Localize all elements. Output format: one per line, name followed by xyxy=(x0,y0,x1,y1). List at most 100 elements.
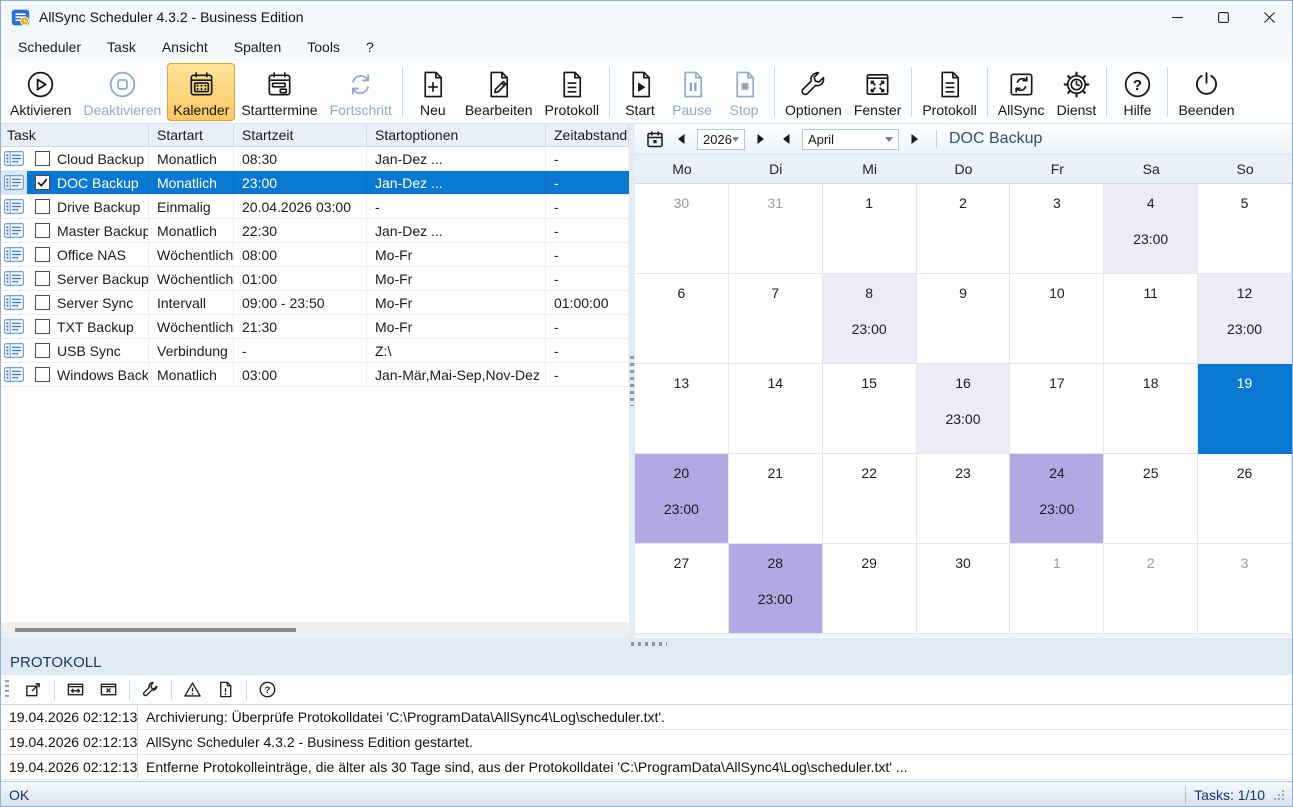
task-checkbox[interactable] xyxy=(35,175,50,190)
year-select[interactable]: 2026 xyxy=(697,129,745,150)
stop-button[interactable]: Stop xyxy=(718,63,770,121)
minimize-button[interactable] xyxy=(1154,1,1200,33)
task-checkbox[interactable] xyxy=(35,295,50,310)
calendar-day-23[interactable]: 23 xyxy=(917,454,1011,544)
log-help-button[interactable]: ? xyxy=(251,677,284,702)
task-row[interactable]: Office NASWöchentlich08:00Mo-Fr- xyxy=(1,243,629,267)
open-log-window-button[interactable] xyxy=(17,677,50,702)
calendar-day-10[interactable]: 10 xyxy=(1010,274,1104,364)
calendar-day-1-adjacent[interactable]: 1 xyxy=(1010,544,1104,634)
bearbeiten-button[interactable]: Bearbeiten xyxy=(459,63,539,121)
menu-item-scheduler[interactable]: Scheduler xyxy=(5,34,94,60)
calendar-day-30-adjacent[interactable]: 30 xyxy=(635,184,729,274)
column-header-startoptionen[interactable]: Startoptionen xyxy=(367,124,546,146)
task-checkbox[interactable] xyxy=(35,151,50,166)
column-header-startart[interactable]: Startart xyxy=(149,124,234,146)
aktivieren-button[interactable]: Aktivieren xyxy=(4,63,77,121)
calendar-day-3-adjacent[interactable]: 3 xyxy=(1198,544,1292,634)
kalender-button[interactable]: Kalender xyxy=(167,63,235,121)
maximize-button[interactable] xyxy=(1200,1,1246,33)
calendar-day-28[interactable]: 2823:00 xyxy=(729,544,823,634)
hilfe-button[interactable]: ?Hilfe xyxy=(1111,63,1163,121)
starttermine-button[interactable]: Starttermine xyxy=(235,63,323,121)
calendar-day-20[interactable]: 2023:00 xyxy=(635,454,729,544)
calendar-day-14[interactable]: 14 xyxy=(729,364,823,454)
menu-item-spalten[interactable]: Spalten xyxy=(221,34,294,60)
next-year-button[interactable] xyxy=(752,130,770,148)
menu-item-task[interactable]: Task xyxy=(94,34,149,60)
calendar-day-9[interactable]: 9 xyxy=(917,274,1011,364)
protokoll-splitter[interactable] xyxy=(1,639,1292,649)
resize-grip[interactable] xyxy=(1273,789,1286,802)
calendar-day-22[interactable]: 22 xyxy=(823,454,917,544)
menu-item-help[interactable]: ? xyxy=(353,34,387,60)
calendar-day-12[interactable]: 1223:00 xyxy=(1198,274,1292,364)
calendar-day-8[interactable]: 823:00 xyxy=(823,274,917,364)
log-file-warnings-button[interactable] xyxy=(209,677,242,702)
task-checkbox[interactable] xyxy=(35,319,50,334)
column-header-task[interactable]: Task xyxy=(1,124,149,146)
calendar-day-11[interactable]: 11 xyxy=(1104,274,1198,364)
calendar-day-27[interactable]: 27 xyxy=(635,544,729,634)
calendar-day-25[interactable]: 25 xyxy=(1104,454,1198,544)
deaktivieren-button[interactable]: Deaktivieren xyxy=(77,63,167,121)
task-row[interactable]: USB SyncVerbindung-Z:\- xyxy=(1,339,629,363)
task-checkbox[interactable] xyxy=(35,223,50,238)
calendar-day-6[interactable]: 6 xyxy=(635,274,729,364)
close-log-button[interactable] xyxy=(92,677,125,702)
task-row[interactable]: DOC BackupMonatlich23:00Jan-Dez ...- xyxy=(1,171,629,195)
calendar-day-3[interactable]: 3 xyxy=(1010,184,1104,274)
calendar-day-4[interactable]: 423:00 xyxy=(1104,184,1198,274)
task-checkbox[interactable] xyxy=(35,247,50,262)
task-row[interactable]: Cloud BackupMonatlich08:30Jan-Dez ...- xyxy=(1,147,629,171)
calendar-day-13[interactable]: 13 xyxy=(635,364,729,454)
task-row[interactable]: Master BackupMonatlich22:30Jan-Dez ...- xyxy=(1,219,629,243)
calendar-day-2-adjacent[interactable]: 2 xyxy=(1104,544,1198,634)
calendar-day-21[interactable]: 21 xyxy=(729,454,823,544)
log-row[interactable]: 19.04.2026 02:12:13Archivierung: Überprü… xyxy=(1,705,1292,730)
calendar-day-17[interactable]: 17 xyxy=(1010,364,1104,454)
next-month-button[interactable] xyxy=(906,130,924,148)
calendar-day-29[interactable]: 29 xyxy=(823,544,917,634)
calendar-day-1[interactable]: 1 xyxy=(823,184,917,274)
pause-button[interactable]: Pause xyxy=(666,63,718,121)
log-row[interactable]: 19.04.2026 02:12:13AllSync Scheduler 4.3… xyxy=(1,730,1292,755)
warnings-button[interactable] xyxy=(176,677,209,702)
task-row[interactable]: Server SyncIntervall09:00 - 23:50Mo-Fr01… xyxy=(1,291,629,315)
fenster-button[interactable]: Fenster xyxy=(848,63,907,121)
toolbar-drag-handle[interactable] xyxy=(5,680,9,700)
calendar-day-2[interactable]: 2 xyxy=(917,184,1011,274)
task-checkbox[interactable] xyxy=(35,343,50,358)
log-options-button[interactable] xyxy=(134,677,167,702)
start-button[interactable]: Start xyxy=(614,63,666,121)
task-row[interactable]: Drive BackupEinmalig20.04.2026 03:00-- xyxy=(1,195,629,219)
protokoll-global-button[interactable]: Protokoll xyxy=(916,63,982,121)
task-row[interactable]: TXT BackupWöchentlich21:30Mo-Fr- xyxy=(1,315,629,339)
fit-width-button[interactable] xyxy=(59,677,92,702)
allsync-button[interactable]: AllSync xyxy=(992,63,1051,121)
neu-button[interactable]: Neu xyxy=(407,63,459,121)
column-header-zeitabstand[interactable]: Zeitabstand xyxy=(546,124,629,146)
menu-item-ansicht[interactable]: Ansicht xyxy=(149,34,221,60)
calendar-day-31-adjacent[interactable]: 31 xyxy=(729,184,823,274)
month-select[interactable]: April xyxy=(802,129,899,150)
prev-year-button[interactable] xyxy=(672,130,690,148)
menu-item-tools[interactable]: Tools xyxy=(294,34,353,60)
horizontal-scrollbar[interactable] xyxy=(1,622,629,638)
calendar-day-26[interactable]: 26 xyxy=(1198,454,1292,544)
calendar-day-24[interactable]: 2423:00 xyxy=(1010,454,1104,544)
prev-month-button[interactable] xyxy=(777,130,795,148)
calendar-day-15[interactable]: 15 xyxy=(823,364,917,454)
optionen-button[interactable]: Optionen xyxy=(779,63,848,121)
calendar-day-5[interactable]: 5 xyxy=(1198,184,1292,274)
task-row[interactable]: Server BackupWöchentlich01:00Mo-Fr- xyxy=(1,267,629,291)
calendar-day-19[interactable]: 19 xyxy=(1198,364,1292,454)
calendar-day-30[interactable]: 30 xyxy=(917,544,1011,634)
fortschritt-button[interactable]: Fortschritt xyxy=(324,63,398,121)
calendar-day-16[interactable]: 1623:00 xyxy=(917,364,1011,454)
protokoll-task-button[interactable]: Protokoll xyxy=(539,63,605,121)
task-checkbox[interactable] xyxy=(35,367,50,382)
task-checkbox[interactable] xyxy=(35,271,50,286)
task-row[interactable]: Windows BackupMonatlich03:00Jan-Mär,Mai-… xyxy=(1,363,629,387)
task-checkbox[interactable] xyxy=(35,199,50,214)
